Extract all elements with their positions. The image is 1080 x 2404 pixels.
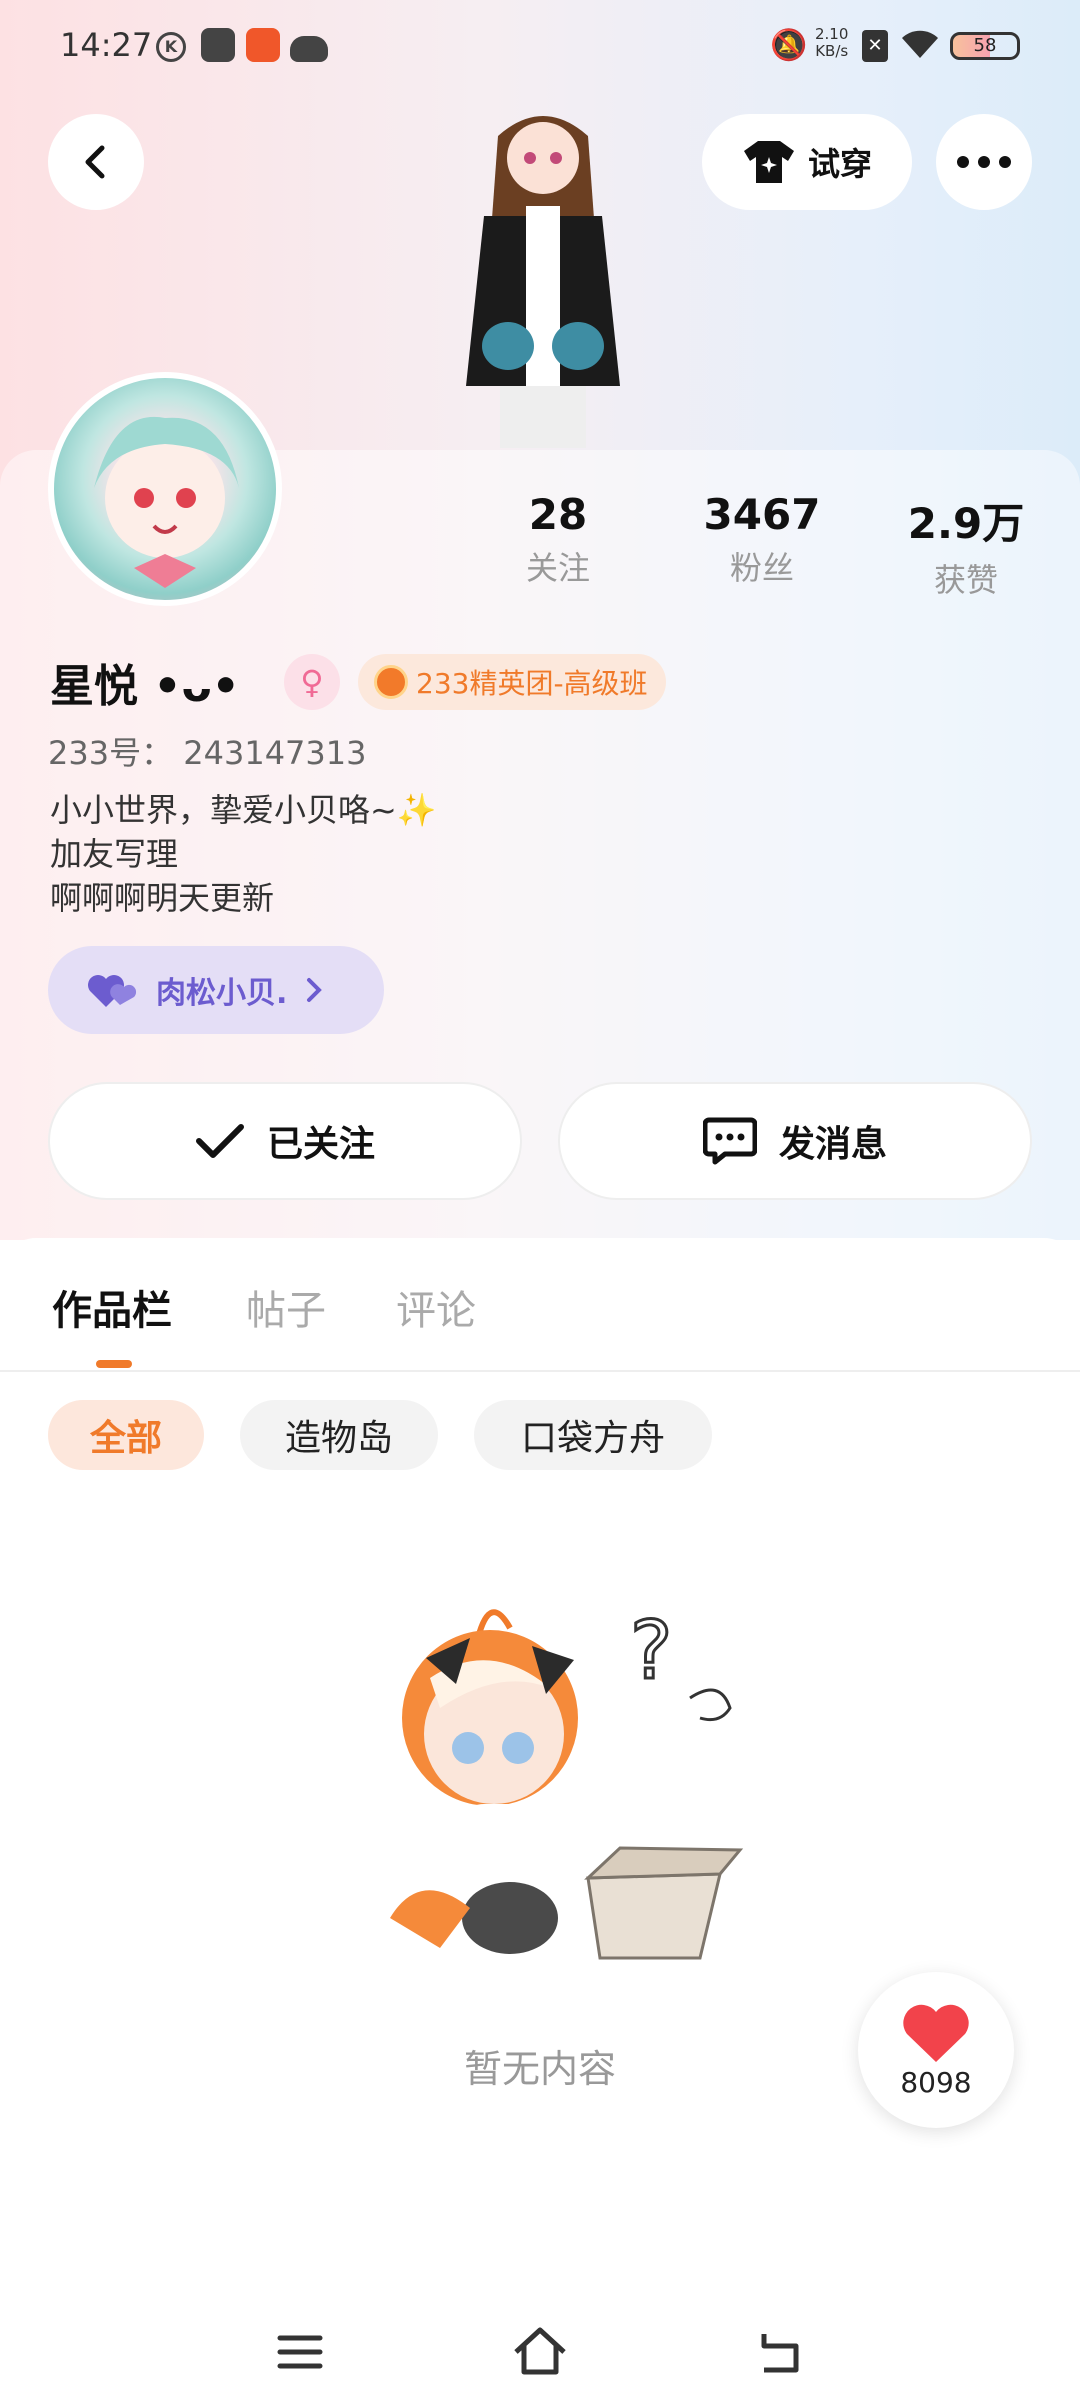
female-gender-icon: ♀ xyxy=(284,654,340,710)
chat-bubble-icon xyxy=(702,1117,757,1165)
chevron-right-icon xyxy=(307,978,323,1002)
likes-received-label: 获赞 xyxy=(933,561,998,599)
network-speed: 2.10 KB/s xyxy=(815,26,848,60)
more-button[interactable] xyxy=(936,114,1032,210)
empty-state-illustration: ? xyxy=(360,1598,760,1998)
following-label: 关注 xyxy=(525,549,590,587)
network-speed-unit: KB/s xyxy=(815,42,849,60)
wifi-icon xyxy=(900,26,940,68)
home-icon[interactable] xyxy=(510,2322,570,2382)
followers-label: 粉丝 xyxy=(729,549,794,587)
back-button[interactable] xyxy=(48,114,144,210)
back-nav-icon[interactable] xyxy=(750,2322,810,2382)
chevron-left-icon xyxy=(85,145,105,179)
filter-creation-island[interactable]: 造物岛 xyxy=(240,1400,438,1470)
group-badge[interactable]: 233精英团-高级班 xyxy=(358,654,666,710)
likes-received-count: 2.9万 xyxy=(907,499,1025,548)
check-icon xyxy=(195,1124,244,1158)
group-badge-label: 233精英团-高级班 xyxy=(416,667,648,700)
network-speed-value: 2.10 xyxy=(815,25,849,43)
app-notification-icon xyxy=(201,28,235,62)
followed-label: 已关注 xyxy=(266,1124,375,1165)
mute-bell-icon: 🔕 xyxy=(770,28,808,63)
user-bio: 小小世界，挚爱小贝咯~✨ 加友写理 啊啊啊明天更新 xyxy=(50,791,437,917)
following-stat[interactable]: 28 关注 xyxy=(478,490,638,589)
like-count: 8098 xyxy=(900,2065,972,2099)
likes-stat[interactable]: 2.9万 获赞 xyxy=(886,490,1046,601)
app-notification-icon-orange xyxy=(246,28,280,62)
following-count: 28 xyxy=(528,490,588,539)
active-tab-indicator xyxy=(96,1360,132,1368)
k-app-icon: K xyxy=(156,32,186,62)
followers-count: 3467 xyxy=(703,490,821,539)
heart-icon xyxy=(903,2004,969,2062)
cp-partner-chip[interactable]: 肉松小贝. xyxy=(48,946,384,1034)
like-floating-button[interactable]: 8098 xyxy=(858,1972,1014,2128)
tab-comments[interactable]: 评论 xyxy=(396,1278,476,1336)
try-on-label: 试穿 xyxy=(807,145,872,183)
status-time: 14:27 xyxy=(60,26,153,64)
svg-text:?: ? xyxy=(630,1604,672,1697)
filter-pocket-ark[interactable]: 口袋方舟 xyxy=(474,1400,712,1470)
send-message-button[interactable]: 发消息 xyxy=(558,1082,1032,1200)
avatar[interactable] xyxy=(48,372,282,606)
status-bar: 14:27 K 🔕 2.10 KB/s ✕ 58 xyxy=(0,0,1080,92)
medal-icon xyxy=(374,665,408,699)
followers-stat[interactable]: 3467 粉丝 xyxy=(682,490,842,589)
battery-indicator: 58 xyxy=(950,32,1020,60)
send-message-label: 发消息 xyxy=(778,1124,887,1165)
avatar-3d-model[interactable] xyxy=(438,96,648,448)
try-on-button[interactable]: 试穿 xyxy=(702,114,912,210)
filter-all[interactable]: 全部 xyxy=(48,1400,204,1470)
cloud-icon xyxy=(290,36,328,62)
shirt-icon xyxy=(743,141,794,183)
works-section: 作品栏 帖子 评论 全部 造物岛 口袋方舟 ? 暂无内容 xyxy=(0,1238,1080,2404)
double-heart-icon xyxy=(88,975,137,1007)
cp-partner-name: 肉松小贝. xyxy=(156,976,288,1011)
more-dots-icon xyxy=(957,156,1011,168)
tab-divider xyxy=(0,1370,1080,1372)
tab-works[interactable]: 作品栏 xyxy=(52,1278,172,1336)
tab-posts[interactable]: 帖子 xyxy=(246,1278,326,1336)
followed-button[interactable]: 已关注 xyxy=(48,1082,522,1200)
user-name: 星悦 •ᴗ• xyxy=(50,661,240,712)
system-navigation-bar xyxy=(0,2300,1080,2404)
sim-icon: ✕ xyxy=(862,30,888,62)
menu-icon[interactable] xyxy=(270,2322,330,2382)
user-id: 233号： 243147313 xyxy=(48,734,367,772)
